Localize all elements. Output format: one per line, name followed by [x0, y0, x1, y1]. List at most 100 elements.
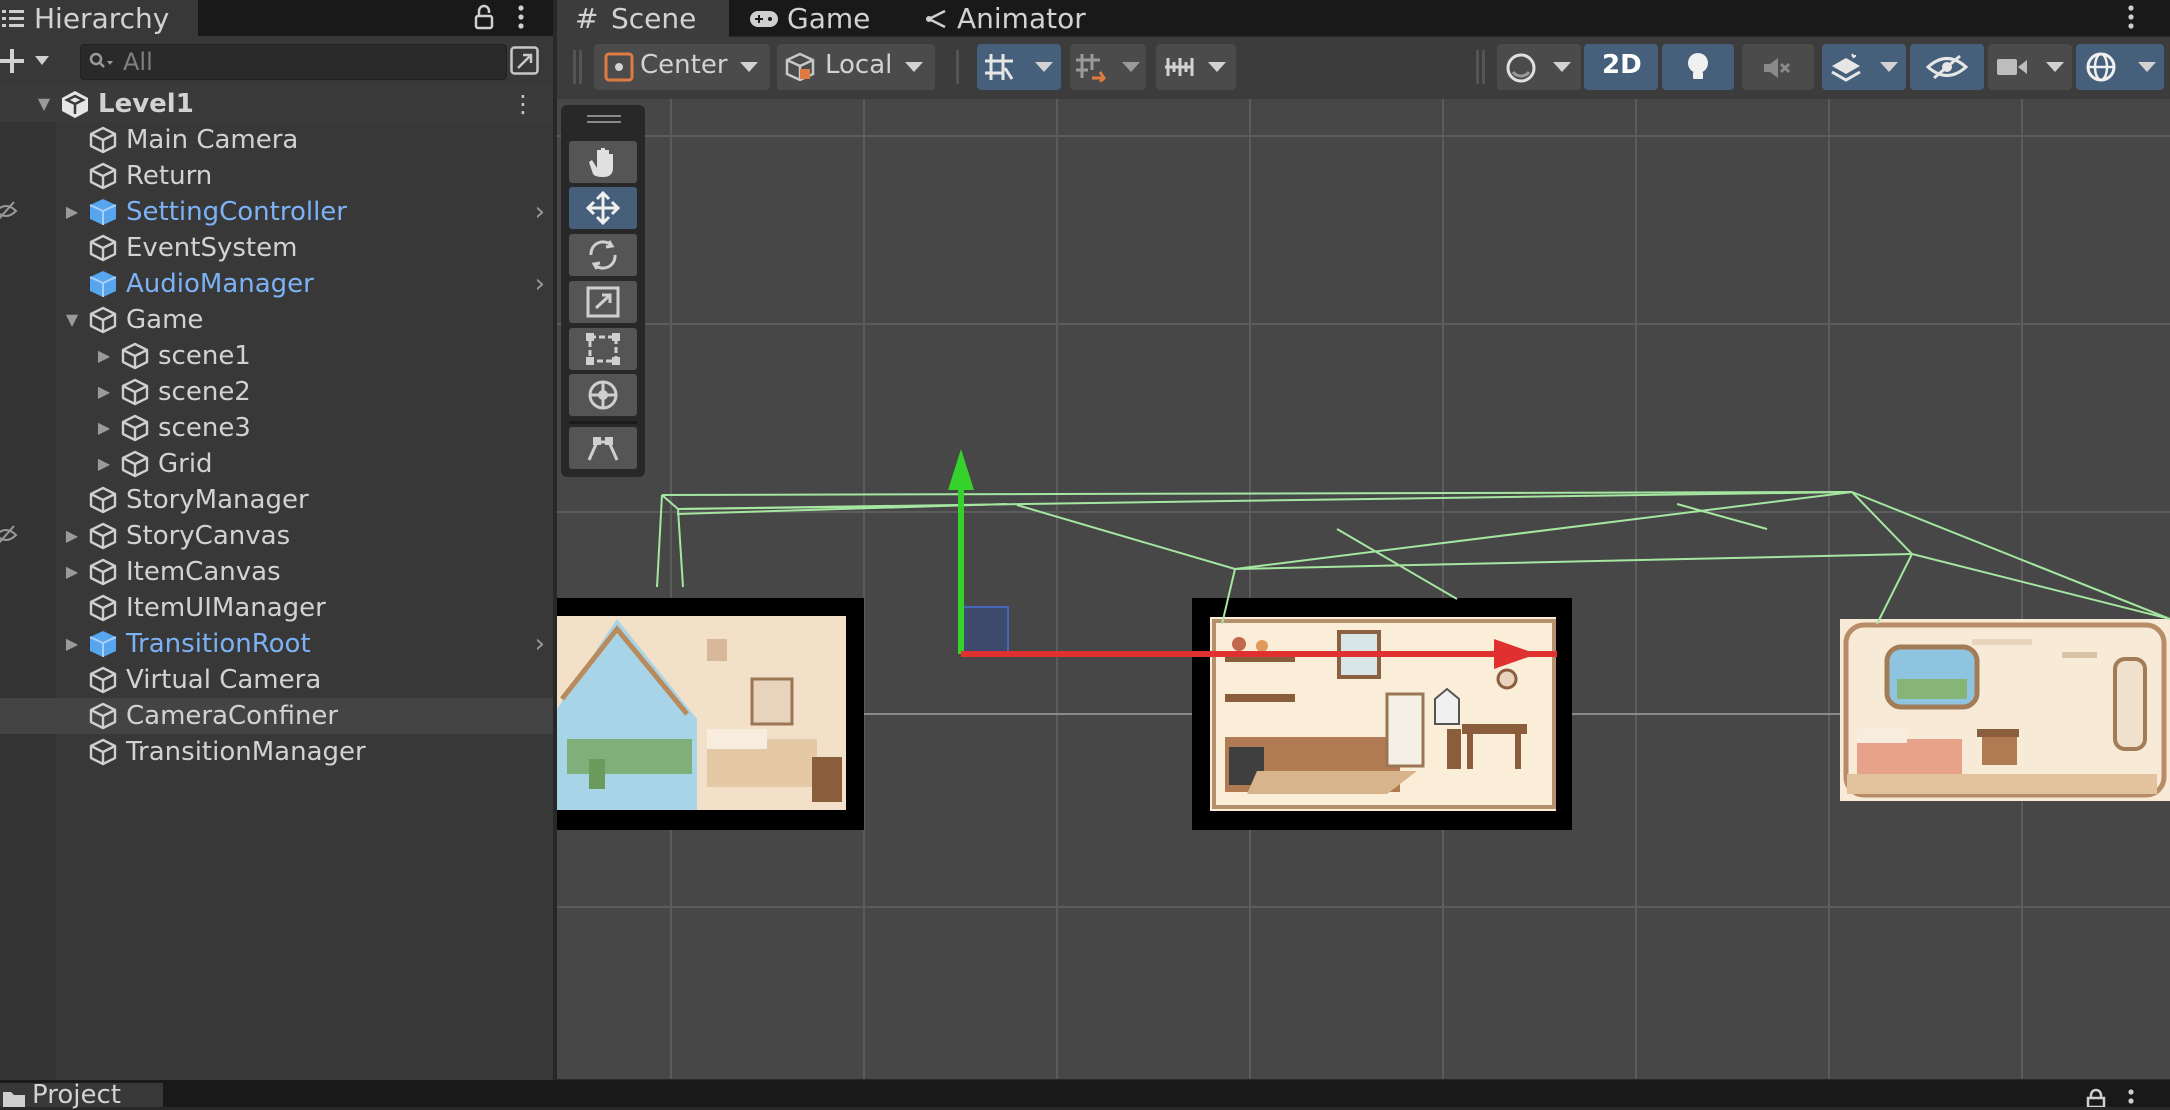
- lighting-toggle[interactable]: [1662, 44, 1734, 90]
- hierarchy-item-label: scene3: [158, 413, 251, 443]
- lock-icon[interactable]: [474, 4, 494, 30]
- expand-arrow-open-icon[interactable]: ▼: [62, 302, 82, 338]
- scene2-sprite[interactable]: [1192, 598, 1572, 830]
- move-gizmo-y-arrow[interactable]: [948, 449, 974, 490]
- grid-snapping-toggle[interactable]: [977, 44, 1061, 90]
- expand-arrow-closed-icon[interactable]: ▶: [62, 194, 82, 230]
- tab-game-label: Game: [787, 2, 871, 35]
- hierarchy-item[interactable]: ItemUIManager: [0, 590, 553, 626]
- scene3-sprite[interactable]: [1840, 619, 2170, 801]
- ruler-grid-icon: [1165, 58, 1194, 76]
- plus-icon[interactable]: [0, 48, 26, 74]
- expand-arrow-closed-icon[interactable]: ▶: [62, 554, 82, 590]
- hierarchy-item[interactable]: Main Camera: [0, 122, 553, 158]
- gizmo-globe-icon: [2086, 52, 2116, 82]
- scale-tool[interactable]: [569, 281, 637, 323]
- hand-tool[interactable]: [569, 141, 637, 183]
- hierarchy-item[interactable]: Return: [0, 158, 553, 194]
- hierarchy-item-label: ItemCanvas: [126, 557, 281, 587]
- rotate-icon: [589, 240, 617, 270]
- grid-visibility-dropdown[interactable]: [1156, 44, 1236, 90]
- expand-arrow-open-icon[interactable]: ▼: [34, 86, 54, 122]
- list-icon: [2, 10, 24, 27]
- pivot-rotation-dropdown[interactable]: Local: [777, 44, 935, 90]
- rotate-tool[interactable]: [569, 234, 637, 276]
- scene-kebab-icon[interactable]: ⋮: [511, 86, 535, 122]
- hierarchy-item[interactable]: ▶ scene1: [0, 338, 553, 374]
- open-prefab-chevron-icon[interactable]: ›: [535, 194, 545, 230]
- hierarchy-item[interactable]: StoryManager: [0, 482, 553, 518]
- hierarchy-scene-root[interactable]: ▼ Level1 ⋮: [0, 86, 553, 122]
- hierarchy-item[interactable]: CameraConfiner: [0, 698, 553, 734]
- effects-dropdown[interactable]: [1822, 44, 1906, 90]
- scale-icon: [586, 286, 620, 318]
- scene-kebab-menu-icon[interactable]: [2126, 4, 2136, 30]
- hierarchy-item[interactable]: EventSystem: [0, 230, 553, 266]
- hidden-eye-icon[interactable]: [0, 522, 18, 548]
- scene-visibility-toggle-icon[interactable]: [510, 46, 540, 76]
- hierarchy-item[interactable]: ▶ SettingController ›: [0, 194, 553, 230]
- tab-project[interactable]: Project: [0, 1080, 163, 1110]
- increment-snapping-dropdown[interactable]: [1070, 44, 1146, 90]
- bottom-kebab-menu-icon[interactable]: [2126, 1088, 2136, 1107]
- toolbar-grip: [1482, 50, 1485, 84]
- hierarchy-item-label: AudioManager: [126, 269, 314, 299]
- gameobject-cube-icon: [89, 522, 117, 550]
- gameobject-cube-icon: [89, 162, 117, 190]
- kebab-menu-icon[interactable]: [516, 4, 526, 30]
- toolbar-grip: [573, 50, 576, 84]
- hierarchy-item[interactable]: Virtual Camera: [0, 662, 553, 698]
- expand-arrow-closed-icon[interactable]: ▶: [62, 518, 82, 554]
- open-prefab-chevron-icon[interactable]: ›: [535, 626, 545, 662]
- pivot-mode-dropdown[interactable]: Center: [594, 44, 770, 90]
- hidden-eye-icon[interactable]: [0, 198, 18, 224]
- camera-settings-dropdown[interactable]: [1988, 44, 2072, 90]
- scene-visibility-toggle[interactable]: [1910, 44, 1984, 90]
- hierarchy-item[interactable]: ▶ ItemCanvas: [0, 554, 553, 590]
- move-gizmo-plane-handle[interactable]: [961, 606, 1009, 653]
- move-tool[interactable]: [569, 187, 637, 229]
- gameobject-cube-icon: [89, 558, 117, 586]
- hierarchy-item[interactable]: ▼ Game: [0, 302, 553, 338]
- audio-toggle[interactable]: [1742, 44, 1814, 90]
- expand-arrow-closed-icon[interactable]: ▶: [94, 374, 114, 410]
- rect-tool[interactable]: [569, 328, 637, 370]
- chevron-down-icon[interactable]: [35, 56, 49, 66]
- toggle-2d-button[interactable]: 2D: [1584, 44, 1658, 90]
- hierarchy-item[interactable]: AudioManager ›: [0, 266, 553, 302]
- bottom-lock-icon[interactable]: [2086, 1088, 2106, 1107]
- scene1-sprite[interactable]: [557, 598, 864, 830]
- transform-tool[interactable]: [569, 374, 637, 416]
- tab-hierarchy[interactable]: Hierarchy: [0, 0, 198, 37]
- hierarchy-item[interactable]: ▶ StoryCanvas: [0, 518, 553, 554]
- hierarchy-item-label: ItemUIManager: [126, 593, 326, 623]
- scene-canvas[interactable]: [557, 99, 2170, 1079]
- hierarchy-item[interactable]: ▶ Grid: [0, 446, 553, 482]
- hierarchy-item-label: Main Camera: [126, 125, 299, 155]
- hand-icon: [589, 148, 613, 177]
- scene-viewport[interactable]: [557, 99, 2170, 1079]
- gameobject-cube-icon: [89, 594, 117, 622]
- hierarchy-item-label: SettingController: [126, 197, 347, 227]
- open-prefab-chevron-icon[interactable]: ›: [535, 266, 545, 302]
- hierarchy-item[interactable]: ▶ scene2: [0, 374, 553, 410]
- expand-arrow-closed-icon[interactable]: ▶: [94, 446, 114, 482]
- expand-arrow-closed-icon[interactable]: ▶: [94, 410, 114, 446]
- expand-arrow-closed-icon[interactable]: ▶: [62, 626, 82, 662]
- draw-mode-dropdown[interactable]: [1497, 44, 1581, 90]
- search-input[interactable]: All: [80, 44, 507, 80]
- tab-animator[interactable]: Animator: [905, 0, 1105, 37]
- hierarchy-item[interactable]: TransitionManager: [0, 734, 553, 770]
- tab-game[interactable]: Game: [735, 0, 895, 37]
- gameobject-cube-icon: [89, 702, 117, 730]
- gameobject-cube-icon: [121, 414, 149, 442]
- chevron-down-icon: [1035, 62, 1053, 72]
- hierarchy-item-label: Return: [126, 161, 213, 191]
- hierarchy-item[interactable]: ▶ scene3: [0, 410, 553, 446]
- tab-scene[interactable]: # Scene: [557, 0, 729, 37]
- gizmos-dropdown[interactable]: [2076, 44, 2164, 90]
- custom-editor-tool[interactable]: [569, 427, 637, 469]
- expand-arrow-closed-icon[interactable]: ▶: [94, 338, 114, 374]
- hierarchy-item-label: StoryCanvas: [126, 521, 291, 551]
- hierarchy-item[interactable]: ▶ TransitionRoot ›: [0, 626, 553, 662]
